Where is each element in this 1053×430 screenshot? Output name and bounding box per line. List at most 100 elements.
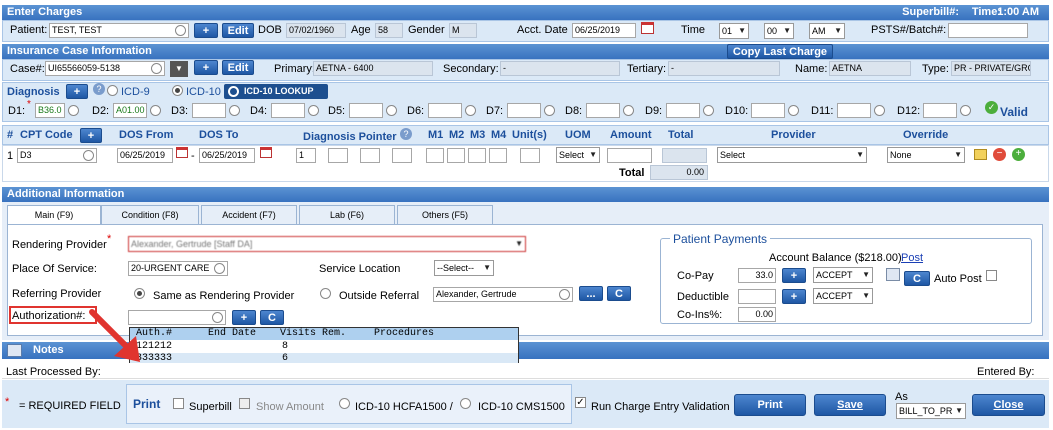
add-diagnosis-button[interactable]: + [66, 84, 88, 99]
d10-search-icon[interactable] [788, 105, 799, 116]
coins-input[interactable]: 0.00 [738, 307, 776, 322]
post-link[interactable]: Post [901, 252, 923, 264]
edit-case-button[interactable]: Edit [222, 60, 254, 75]
d10-input[interactable] [751, 103, 785, 118]
d8-input[interactable] [586, 103, 620, 118]
units-input[interactable] [520, 148, 540, 163]
pointer-2-input[interactable] [328, 148, 348, 163]
deductible-input[interactable] [738, 289, 776, 304]
d5-search-icon[interactable] [386, 105, 397, 116]
referral-search-icon[interactable] [559, 289, 570, 300]
case-dropdown-icon[interactable]: ▼ [170, 61, 188, 77]
case-input[interactable]: UI65566059-5138 [45, 61, 165, 76]
pos-search-icon[interactable] [214, 263, 225, 274]
copay-accept-select[interactable]: ACCEPT [813, 267, 873, 283]
deductible-accept-select[interactable]: ACCEPT [813, 288, 873, 304]
dos-from-calendar-icon[interactable] [176, 147, 188, 158]
d9-input[interactable] [666, 103, 700, 118]
d1-input[interactable]: B36.0 [35, 103, 65, 118]
d3-search-icon[interactable] [229, 105, 240, 116]
clear-auth-button[interactable]: C [260, 310, 284, 325]
payment-clear-button[interactable]: C [904, 271, 930, 286]
copay-add-button[interactable]: + [782, 268, 806, 283]
add-row-icon[interactable]: + [1012, 148, 1025, 161]
d12-search-icon[interactable] [960, 105, 971, 116]
referral-clear-button[interactable]: C [607, 286, 631, 301]
copay-input[interactable]: 33.0 [738, 268, 776, 283]
cpt-search-icon[interactable] [83, 150, 94, 161]
d6-input[interactable] [428, 103, 462, 118]
add-cpt-button[interactable]: + [80, 128, 102, 143]
tab-others[interactable]: Others (F5) [397, 205, 493, 224]
d3-input[interactable] [192, 103, 226, 118]
hcfa-radio[interactable] [339, 398, 350, 409]
m1-input[interactable] [426, 148, 444, 163]
minute-select[interactable]: 00 [764, 23, 794, 39]
place-of-service-input[interactable]: 20-URGENT CARE [128, 261, 228, 276]
run-validation-checkbox[interactable]: ✓ [575, 397, 586, 408]
dos-to-input[interactable]: 06/25/2019 [199, 148, 255, 163]
pointer-help-icon[interactable]: ? [400, 128, 412, 140]
cms-radio[interactable] [460, 398, 471, 409]
add-auth-button[interactable]: + [232, 310, 256, 325]
dos-to-calendar-icon[interactable] [260, 147, 272, 158]
edit-patient-button[interactable]: Edit [222, 23, 254, 38]
close-button[interactable]: Close [972, 394, 1045, 416]
d11-search-icon[interactable] [874, 105, 885, 116]
hour-select[interactable]: 01 [719, 23, 749, 39]
m2-input[interactable] [447, 148, 465, 163]
tab-lab[interactable]: Lab (F6) [299, 205, 395, 224]
save-button[interactable]: Save [814, 394, 886, 416]
bill-to-select[interactable]: BILL_TO_PR [896, 403, 966, 419]
tab-condition[interactable]: Condition (F8) [101, 205, 199, 224]
acct-date-input[interactable]: 06/25/2019 [572, 23, 636, 38]
show-amount-checkbox[interactable] [239, 398, 250, 409]
pointer-4-input[interactable] [392, 148, 412, 163]
d12-input[interactable] [923, 103, 957, 118]
outside-referral-radio[interactable] [320, 288, 331, 299]
auth-search-icon[interactable] [212, 312, 223, 323]
provider-select[interactable]: Select [717, 147, 867, 163]
pointer-1-input[interactable]: 1 [296, 148, 316, 163]
note-icon[interactable] [974, 149, 987, 160]
dos-from-input[interactable]: 06/25/2019 [117, 148, 173, 163]
m3-input[interactable] [468, 148, 486, 163]
tab-accident[interactable]: Accident (F7) [201, 205, 297, 224]
calendar-icon[interactable] [641, 22, 654, 34]
d9-search-icon[interactable] [703, 105, 714, 116]
icd9-radio[interactable] [107, 85, 118, 96]
d2-search-icon[interactable] [150, 105, 161, 116]
copy-last-charge-button[interactable]: Copy Last Charge [727, 44, 833, 59]
icd10-lookup-button[interactable]: ICD-10 LOOKUP [224, 84, 328, 99]
help-icon[interactable]: ? [93, 83, 105, 95]
d5-input[interactable] [349, 103, 383, 118]
amount-input[interactable] [607, 148, 652, 163]
remove-row-icon[interactable]: − [993, 148, 1006, 161]
d7-input[interactable] [507, 103, 541, 118]
d8-search-icon[interactable] [623, 105, 634, 116]
d1-search-icon[interactable] [68, 105, 79, 116]
tab-main[interactable]: Main (F9) [7, 205, 101, 226]
deductible-add-button[interactable]: + [782, 289, 806, 304]
d11-input[interactable] [837, 103, 871, 118]
d7-search-icon[interactable] [544, 105, 555, 116]
uom-select[interactable]: Select [556, 147, 600, 163]
icd10-radio[interactable] [172, 85, 183, 96]
d4-search-icon[interactable] [308, 105, 319, 116]
add-patient-button[interactable]: + [194, 23, 218, 38]
m4-input[interactable] [489, 148, 507, 163]
add-case-button[interactable]: + [194, 60, 218, 75]
override-select[interactable]: None [887, 147, 965, 163]
auth-row[interactable]: 121212 8 [130, 341, 518, 353]
print-button[interactable]: Print [734, 394, 806, 416]
copy-payment-icon[interactable] [886, 268, 900, 281]
case-search-icon[interactable] [151, 63, 162, 74]
service-location-select[interactable]: --Select-- [434, 260, 494, 276]
d4-input[interactable] [271, 103, 305, 118]
same-as-rendering-radio[interactable] [134, 288, 145, 299]
d2-input[interactable]: A01.00 [113, 103, 147, 118]
psts-input[interactable] [948, 23, 1028, 38]
outside-referral-input[interactable]: Alexander, Gertrude [433, 287, 573, 302]
referral-more-button[interactable]: ... [579, 286, 603, 301]
superbill-checkbox[interactable] [173, 398, 184, 409]
